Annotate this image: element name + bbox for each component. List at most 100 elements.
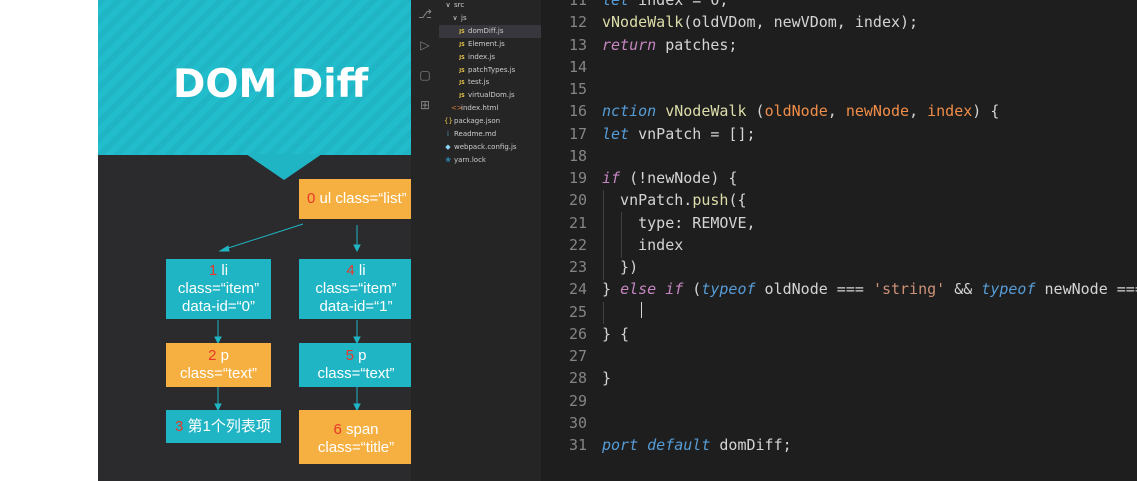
- code-token: nction: [602, 102, 657, 121]
- code-token: if: [602, 169, 621, 187]
- explorer-item[interactable]: ∨ src: [439, 0, 541, 12]
- code-token: typeof: [701, 280, 756, 299]
- node-number: 6: [333, 421, 342, 438]
- line-number: 29: [568, 391, 587, 410]
- text-cursor: [641, 302, 642, 318]
- arrowhead: [218, 245, 230, 252]
- explorer-item-label: webpack.config.js: [454, 142, 517, 151]
- explorer-item[interactable]: ❀ yarn.lock: [439, 154, 541, 167]
- webpack-file-icon: ◆: [445, 142, 451, 151]
- explorer-item-label: package.json: [454, 117, 501, 126]
- code-line[interactable]: vnPatch.push({: [602, 189, 747, 211]
- node-label: li: [217, 262, 229, 279]
- node-label: p: [216, 347, 229, 364]
- code-line[interactable]: port default domDiff;: [602, 434, 792, 456]
- code-token: default: [647, 436, 711, 454]
- code-token: ,: [827, 102, 846, 121]
- code-line[interactable]: vNodeWalk(oldVDom, newVDom, index);: [602, 11, 918, 33]
- explorer-item[interactable]: {}package.json: [439, 115, 541, 128]
- activity-bar: ⎇ ▷ ▢ ⊞: [411, 0, 439, 481]
- node-number: 4: [346, 262, 355, 279]
- explorer-item-label: test.js: [468, 78, 490, 87]
- explorer-item-label: Element.js: [468, 39, 505, 48]
- node-span-6: 6 span class=“title”: [299, 410, 411, 464]
- line-number: 25: [568, 302, 587, 321]
- explorer-item-label: js: [461, 13, 467, 22]
- code-line[interactable]: }: [602, 367, 611, 389]
- run-debug-icon[interactable]: ▷: [418, 38, 432, 52]
- code-token: type: REMOVE,: [602, 213, 756, 232]
- explorer-item-label: index.html: [461, 104, 499, 113]
- line-number: 23: [568, 258, 587, 276]
- code-token: let: [602, 0, 630, 9]
- explorer-item[interactable]: JS patchTypes.js: [439, 64, 541, 77]
- code-line[interactable]: type: REMOVE,: [602, 212, 756, 234]
- code-token: patches;: [656, 35, 738, 54]
- explorer-item[interactable]: <>index.html: [439, 102, 541, 115]
- line-number: 17: [568, 124, 587, 143]
- code-token: (: [746, 102, 765, 121]
- code-line[interactable]: return patches;: [602, 34, 737, 56]
- node-number: 5: [345, 347, 354, 364]
- code-line[interactable]: } {: [602, 323, 629, 345]
- explorer-item-label: src: [454, 1, 465, 9]
- code-token: } {: [602, 324, 630, 343]
- explorer-item[interactable]: JS domDiff.js: [439, 24, 541, 38]
- node-label: span: [341, 421, 379, 438]
- line-number: 22: [568, 235, 587, 254]
- explorer-item-label: Readme.md: [454, 130, 497, 138]
- line-number: 19: [568, 169, 587, 187]
- file-explorer: ∨ src ∨ js JS domDiff.js JS Element.js JS index.j…: [439, 0, 541, 481]
- node-class: class=“item”: [315, 280, 397, 297]
- node-label: p: [353, 347, 367, 364]
- node-li-1: 1 li class=“item” data-id=“0”: [166, 259, 271, 319]
- extensions-icon[interactable]: ⊞: [418, 98, 432, 112]
- info-file-icon: i: [447, 130, 449, 138]
- code-token: else if: [620, 280, 684, 299]
- code-line[interactable]: } else if (typeof oldNode === 'string' &…: [602, 278, 1137, 300]
- node-class: class=“text”: [317, 365, 395, 382]
- code-token: (oldVDom, newVDom, index);: [683, 13, 919, 32]
- explorer-item[interactable]: JS Element.js: [439, 38, 541, 51]
- chevron-down-icon: ∨: [452, 13, 458, 22]
- code-token: (: [683, 280, 702, 299]
- line-number: 30: [568, 413, 587, 432]
- code-token: }: [602, 369, 612, 388]
- code-token: }: [602, 280, 621, 299]
- line-number: 16: [568, 102, 587, 121]
- code-token: let: [602, 124, 630, 143]
- explorer-item[interactable]: JS virtualDom.js: [439, 89, 541, 102]
- code-token: newNode ===: [1044, 280, 1137, 299]
- code-token: vNodeWalk: [665, 102, 747, 121]
- code-token: oldNode ===: [755, 280, 873, 299]
- code-line[interactable]: index: [602, 234, 683, 256]
- explorer-item[interactable]: JS test.js: [439, 76, 541, 89]
- line-number: 20: [568, 191, 587, 210]
- code-line[interactable]: nction vNodeWalk (oldNode, newNode, inde…: [602, 100, 999, 122]
- explorer-item[interactable]: ◆ webpack.config.js: [439, 141, 541, 154]
- yarn-file-icon: ❀: [445, 155, 451, 164]
- node-text-3: 3 第1个列表项: [166, 410, 281, 443]
- line-number: 12: [568, 13, 587, 32]
- line-number: 24: [568, 280, 587, 299]
- code-line[interactable]: if (!newNode) {: [602, 167, 737, 189]
- remote-explorer-icon[interactable]: ▢: [418, 68, 432, 82]
- code-token: push: [692, 191, 729, 210]
- code-token: ({: [728, 191, 747, 210]
- node-data-id: data-id=“1”: [319, 298, 393, 315]
- code-line[interactable]: let index = 0;: [602, 0, 728, 11]
- line-number: 26: [568, 324, 587, 343]
- explorer-item[interactable]: ∨ js: [439, 12, 541, 25]
- explorer-item-label: virtualDom.js: [468, 91, 515, 100]
- node-p-2: 2 p class=“text”: [166, 343, 271, 387]
- code-token: typeof: [981, 280, 1036, 299]
- code-line[interactable]: }): [602, 256, 638, 278]
- code-token: vnPatch.: [602, 191, 693, 210]
- code-line[interactable]: let vnPatch = [];: [602, 123, 756, 145]
- explorer-item[interactable]: i Readme.md: [439, 128, 541, 141]
- source-control-icon[interactable]: ⎇: [418, 7, 432, 21]
- node-class: class=“item”: [177, 280, 260, 297]
- code-editor[interactable]: 11 let index = 0; 12 vNodeWalk(oldVDom, new…: [541, 0, 1137, 481]
- explorer-item[interactable]: JS index.js: [439, 51, 541, 64]
